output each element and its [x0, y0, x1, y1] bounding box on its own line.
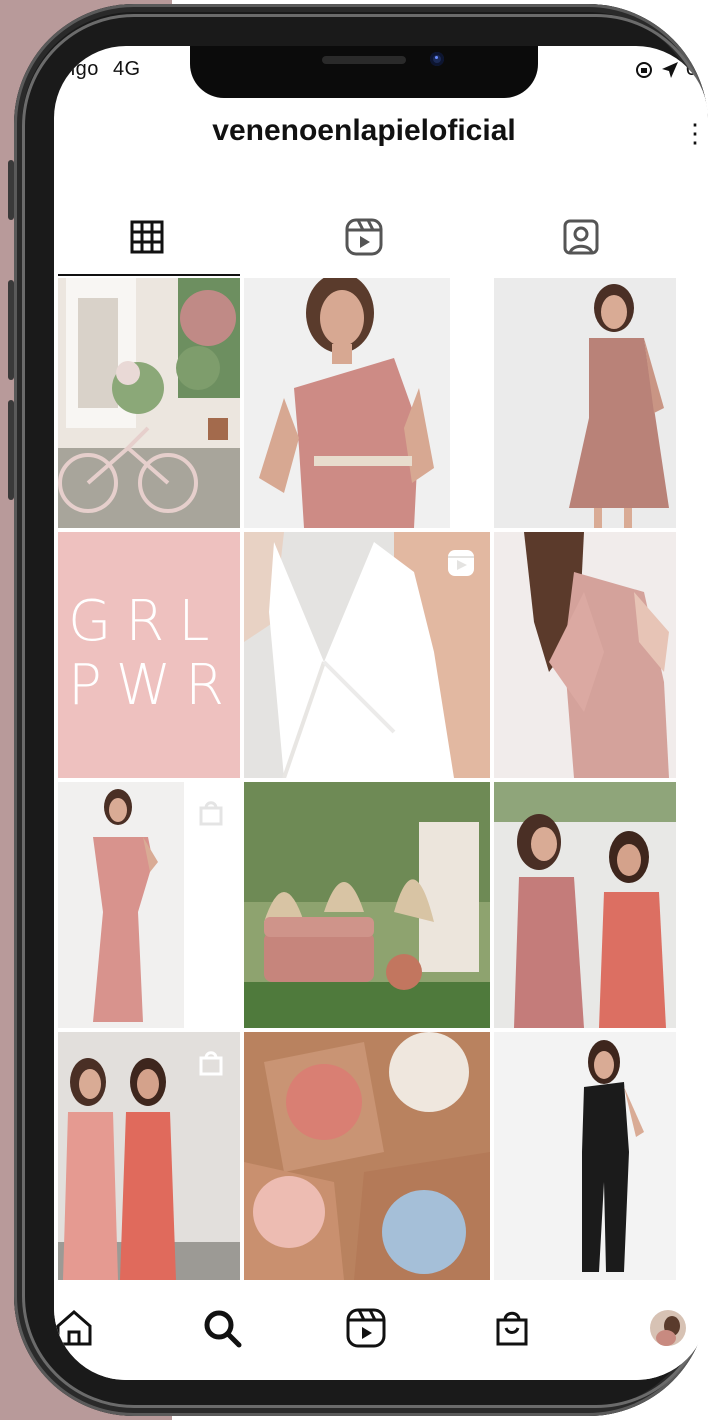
status-right: 69 — [634, 58, 708, 81]
location-icon — [661, 61, 678, 78]
posts-grid: GRL PWR — [58, 278, 708, 1280]
post-tile[interactable] — [244, 782, 490, 1028]
battery-level: 69 — [685, 58, 708, 80]
tab-reels[interactable] — [271, 198, 457, 276]
more-options-icon[interactable]: ⋮ — [682, 118, 708, 149]
shopping-bag-icon — [199, 801, 223, 826]
front-camera — [430, 52, 444, 66]
nav-search[interactable] — [192, 1298, 252, 1358]
post-tile[interactable] — [244, 278, 490, 528]
carrier-text: ngo — [64, 58, 99, 80]
post-tile[interactable] — [494, 532, 676, 778]
post-image — [494, 1032, 676, 1280]
profile-tabs — [54, 198, 674, 278]
post-image — [494, 782, 676, 1028]
grid-icon — [130, 220, 164, 254]
post-tile[interactable] — [494, 278, 676, 528]
volume-down-button — [8, 400, 14, 500]
tab-grid[interactable] — [54, 198, 240, 276]
nav-reels[interactable] — [336, 1298, 396, 1358]
bottom-navigation — [54, 1280, 708, 1380]
network-type: 4G — [112, 58, 141, 80]
active-tab-indicator — [58, 274, 240, 276]
profile-avatar — [650, 1310, 686, 1346]
post-image — [494, 532, 676, 778]
post-tile[interactable] — [244, 1032, 490, 1280]
shopping-bag-icon — [199, 1051, 223, 1076]
reels-icon — [346, 1308, 386, 1348]
nav-shop[interactable] — [482, 1298, 542, 1358]
post-tile[interactable] — [58, 782, 240, 1028]
nav-profile[interactable] — [638, 1298, 698, 1358]
profile-username[interactable]: venenoenlapieloficial — [54, 114, 674, 148]
nav-home[interactable] — [54, 1298, 104, 1358]
reels-icon — [448, 550, 474, 576]
notch — [190, 46, 538, 98]
grl-pwr-text: GRL PWR — [68, 590, 238, 718]
post-image — [58, 278, 240, 528]
screen-lock-icon — [635, 61, 652, 78]
shop-icon — [496, 1311, 528, 1346]
status-carrier: ngo 4G — [64, 58, 141, 81]
search-icon — [204, 1310, 242, 1348]
home-icon — [56, 1310, 92, 1346]
phone-screen: ngo 4G 69 venenoenlapieloficial ⋮ GRL PW… — [54, 46, 708, 1380]
tab-tagged[interactable] — [488, 198, 674, 276]
post-tile[interactable]: GRL PWR — [58, 532, 240, 778]
post-tile[interactable] — [494, 782, 676, 1028]
volume-up-button — [8, 280, 14, 380]
reels-icon — [345, 218, 383, 256]
post-tile[interactable] — [494, 1032, 676, 1280]
post-image — [244, 1032, 490, 1280]
post-image — [494, 278, 676, 528]
post-tile[interactable] — [58, 1032, 240, 1280]
post-image — [244, 782, 490, 1028]
shopping-bag-icon — [451, 295, 475, 320]
post-tile[interactable] — [58, 278, 240, 528]
pwr-text: PWR — [68, 653, 239, 718]
side-button — [8, 160, 14, 220]
speaker — [322, 56, 406, 64]
tagged-icon — [563, 219, 599, 255]
grl-text: GRL — [68, 589, 224, 654]
post-tile[interactable] — [244, 532, 490, 778]
